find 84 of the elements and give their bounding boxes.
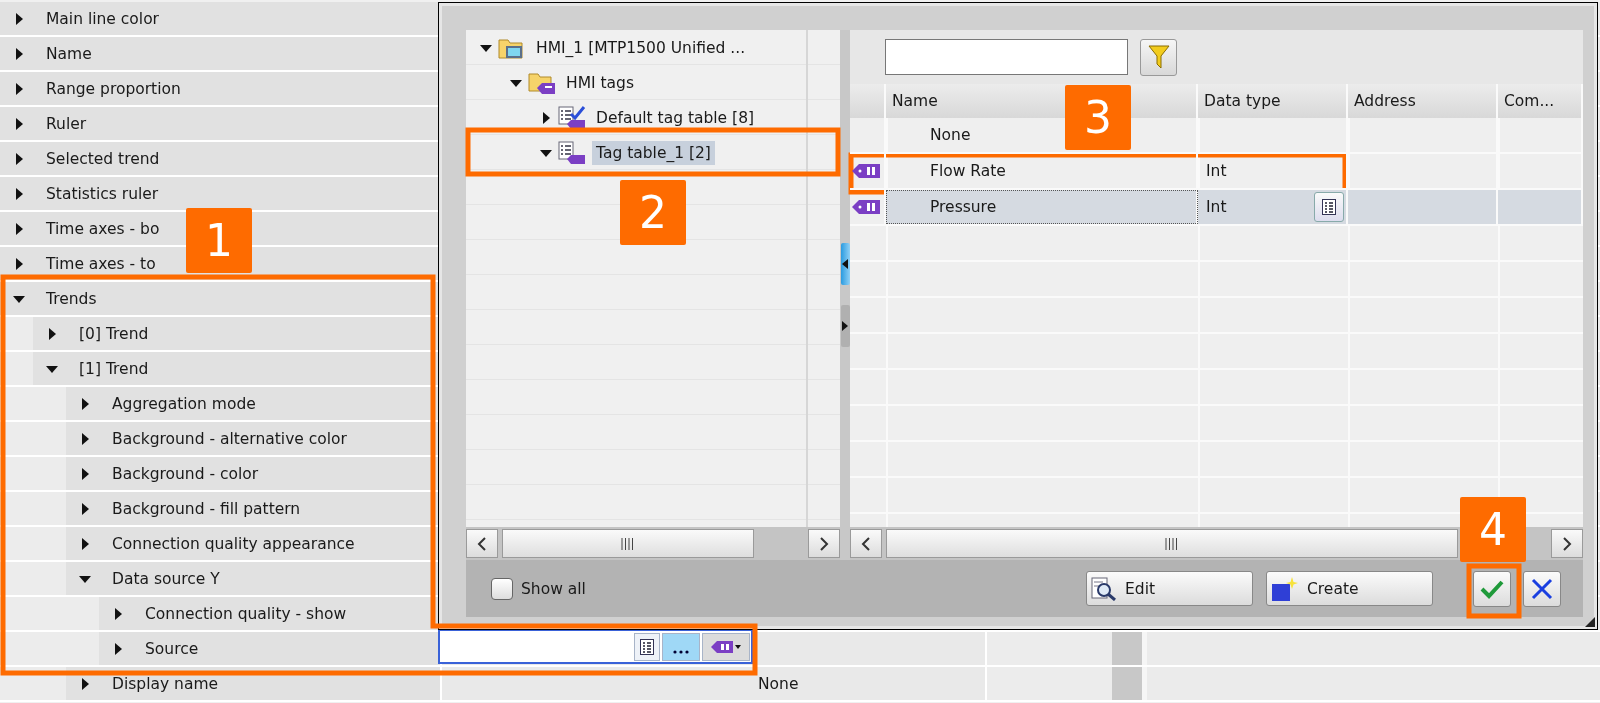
property-item[interactable]: Range proportion [0, 72, 440, 105]
table-cell[interactable]: Int [1206, 162, 1227, 180]
tree-item[interactable]: HMI tags [562, 70, 639, 95]
expand-arrow-icon[interactable] [13, 152, 25, 165]
tag-dropdown-button[interactable] [702, 632, 750, 661]
callout-badge: 3 [1065, 85, 1131, 150]
table-cell[interactable]: Flow Rate [886, 154, 1198, 188]
column-header[interactable]: Com... [1504, 92, 1555, 110]
property-item[interactable]: Statistics ruler [0, 177, 440, 210]
chevron-left-icon [861, 536, 871, 551]
value-text: None [758, 674, 799, 693]
splitter-bar [1112, 667, 1142, 700]
property-item[interactable]: Trends [0, 282, 440, 315]
scroll-left-button[interactable] [466, 529, 498, 558]
expand-arrow-icon[interactable] [13, 257, 25, 270]
scroll-thumb[interactable] [502, 529, 754, 558]
resize-grip-icon[interactable] [1585, 617, 1595, 627]
chevron-right-icon [1562, 536, 1572, 551]
expand-arrow-icon[interactable] [79, 677, 91, 690]
scroll-right-button[interactable] [1551, 529, 1583, 558]
column-header[interactable]: Address [1354, 92, 1416, 110]
callout-badge: 4 [1460, 497, 1526, 562]
tag-folder-icon [528, 70, 556, 95]
tag-table-icon [558, 105, 586, 130]
chevron-right-icon [819, 536, 829, 551]
expand-arrow-icon[interactable] [13, 12, 25, 25]
scroll-left-button[interactable] [850, 529, 882, 558]
expand-arrow-icon[interactable] [79, 502, 91, 515]
create-button[interactable]: Create [1266, 571, 1433, 606]
expand-arrow-icon[interactable] [112, 642, 124, 655]
expand-arrow-icon[interactable] [13, 82, 25, 95]
browse-button[interactable] [662, 632, 700, 661]
scroll-right-button[interactable] [808, 529, 840, 558]
checkmark-icon [1480, 578, 1504, 599]
expand-right-handle[interactable] [840, 305, 850, 347]
chevron-left-icon [477, 536, 487, 551]
expand-arrow-icon[interactable] [13, 222, 25, 235]
tree-item[interactable]: HMI_1 [MTP1500 Unified ... [532, 35, 750, 60]
expand-arrow-icon[interactable] [46, 327, 58, 340]
callout-frame [1466, 563, 1522, 619]
value-editor[interactable] [438, 629, 753, 664]
list-button[interactable] [1314, 192, 1344, 222]
property-item[interactable]: Main line color [0, 2, 440, 35]
tag-icon [852, 163, 882, 179]
list-button[interactable] [634, 632, 660, 661]
expand-arrow-icon[interactable] [13, 187, 25, 200]
column-header[interactable]: Data type [1204, 92, 1281, 110]
property-item[interactable]: Selected trend [0, 142, 440, 175]
tree-item[interactable]: Default tag table [8] [592, 105, 759, 130]
checkbox[interactable] [491, 577, 513, 600]
collapse-left-handle[interactable] [840, 243, 850, 285]
tag-icon [852, 199, 882, 215]
expand-arrow-icon[interactable] [79, 432, 91, 445]
callout-badge: 1 [186, 208, 252, 273]
ellipsis-icon [672, 648, 690, 655]
expand-arrow-icon[interactable] [79, 397, 91, 410]
expand-arrow-icon[interactable] [540, 111, 552, 124]
table-cell[interactable]: Pressure [886, 190, 1198, 224]
tag-caret-icon [711, 639, 741, 654]
property-item[interactable]: Ruler [0, 107, 440, 140]
scroll-thumb[interactable] [886, 529, 1458, 558]
expand-arrow-icon[interactable] [79, 537, 91, 550]
list-icon [1322, 199, 1336, 215]
list-icon [640, 638, 654, 655]
expand-arrow-icon[interactable] [79, 467, 91, 480]
expand-arrow-icon[interactable] [13, 117, 25, 130]
property-item[interactable]: Name [0, 37, 440, 70]
checkbox-label: Show all [521, 579, 586, 598]
tree-item[interactable]: Tag table_1 [2] [592, 140, 715, 165]
tag-table-icon [558, 140, 586, 165]
expand-arrow-icon[interactable] [13, 47, 25, 60]
column-header[interactable]: Name [892, 92, 938, 110]
expand-arrow-icon[interactable] [112, 607, 124, 620]
close-icon [1531, 577, 1553, 600]
splitter-bar [1112, 632, 1142, 665]
ok-button[interactable] [1473, 570, 1511, 607]
callout-badge: 2 [620, 180, 686, 245]
cancel-button[interactable] [1523, 570, 1561, 607]
filter-icon [1147, 44, 1170, 70]
filter-button[interactable] [1140, 38, 1177, 76]
magnifier-document-icon [1091, 576, 1117, 601]
table-cell[interactable]: Int [1206, 198, 1227, 216]
filter-field[interactable] [885, 39, 1128, 75]
edit-button[interactable]: Edit [1086, 571, 1253, 606]
